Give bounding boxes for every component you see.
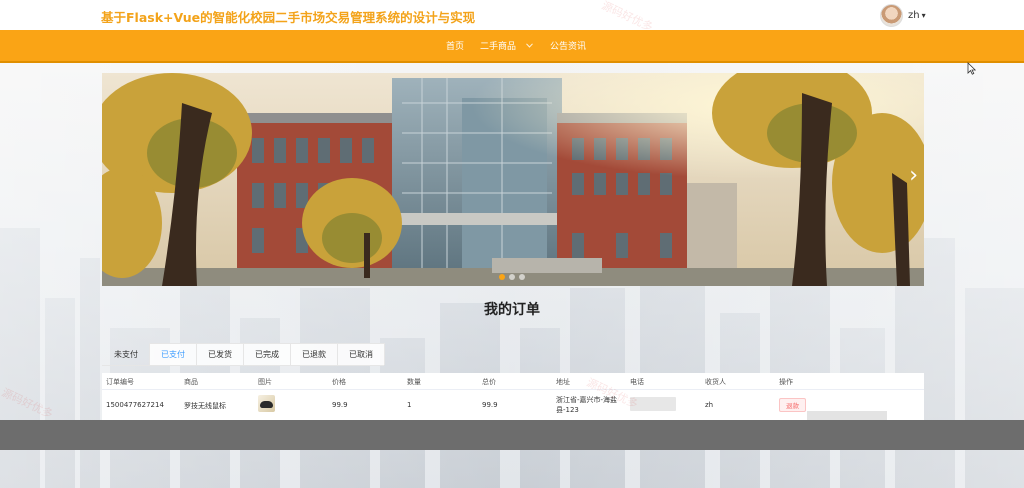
tab-shipped[interactable]: 已发货 (196, 343, 244, 365)
receiver: zh (705, 401, 714, 409)
banner-carousel[interactable]: › (102, 73, 924, 286)
total-price: 99.9 (482, 401, 498, 409)
column-header: 地址 (556, 378, 570, 386)
order-number: 1500477627214 (106, 401, 164, 409)
column-header: 订单编号 (106, 378, 134, 386)
nav-home[interactable]: 首页 (446, 39, 464, 52)
avatar[interactable] (880, 4, 903, 27)
main-nav: 首页 二手商品 公告资讯 (0, 30, 1024, 63)
caret-down-icon[interactable]: ▾ (922, 11, 926, 20)
table-header: 订单编号 商品 图片 价格 数量 总价 地址 电话 收货人 操作 (102, 373, 924, 390)
tab-completed[interactable]: 已完成 (243, 343, 291, 365)
column-header: 图片 (258, 378, 272, 386)
nav-secondhand-goods[interactable]: 二手商品 (480, 39, 516, 52)
user-menu[interactable]: zh ▾ (880, 4, 926, 27)
carousel-next-icon[interactable]: › (909, 165, 918, 187)
tab-paid[interactable]: 已支付 (149, 343, 197, 365)
order-status-tabs: 未支付 已支付 已发货 已完成 已退款 已取消 (102, 343, 385, 366)
phone-redacted (630, 397, 676, 411)
address: 浙江省-嘉兴市-海盐县-123 (556, 396, 618, 414)
tab-unpaid[interactable]: 未支付 (102, 343, 150, 365)
footer-bar (0, 420, 1024, 450)
carousel-dot[interactable] (509, 274, 515, 280)
tab-cancelled[interactable]: 已取消 (337, 343, 385, 365)
site-title: 基于Flask+Vue的智能化校园二手市场交易管理系统的设计与实现 (101, 10, 476, 25)
column-header: 总价 (482, 378, 496, 386)
orders-table: 订单编号 商品 图片 价格 数量 总价 地址 电话 收货人 操作 1500477… (102, 373, 924, 420)
product-name: 罗技无线鼠标 (184, 402, 226, 410)
carousel-dot[interactable] (519, 274, 525, 280)
carousel-indicators (499, 274, 525, 280)
top-bar: 基于Flask+Vue的智能化校园二手市场交易管理系统的设计与实现 zh ▾ (0, 0, 1024, 30)
product-image (258, 395, 275, 412)
quantity: 1 (407, 401, 412, 409)
column-header: 价格 (332, 378, 346, 386)
column-header: 操作 (779, 378, 793, 386)
refund-button[interactable]: 退款 (779, 398, 806, 412)
table-row: 1500477627214 罗技无线鼠标 99.9 1 99.9 浙江省-嘉兴市… (102, 390, 924, 420)
column-header: 商品 (184, 378, 198, 386)
page-title: 我的订单 (484, 302, 540, 318)
chevron-down-icon[interactable] (526, 42, 533, 50)
nav-announcements[interactable]: 公告资讯 (550, 39, 586, 52)
mouse-cursor-icon (967, 60, 977, 79)
column-header: 数量 (407, 378, 421, 386)
column-header: 收货人 (705, 378, 726, 386)
column-header: 电话 (630, 378, 644, 386)
tab-refunded[interactable]: 已退款 (290, 343, 338, 365)
username[interactable]: zh (908, 10, 920, 21)
price: 99.9 (332, 401, 348, 409)
carousel-dot[interactable] (499, 274, 505, 280)
